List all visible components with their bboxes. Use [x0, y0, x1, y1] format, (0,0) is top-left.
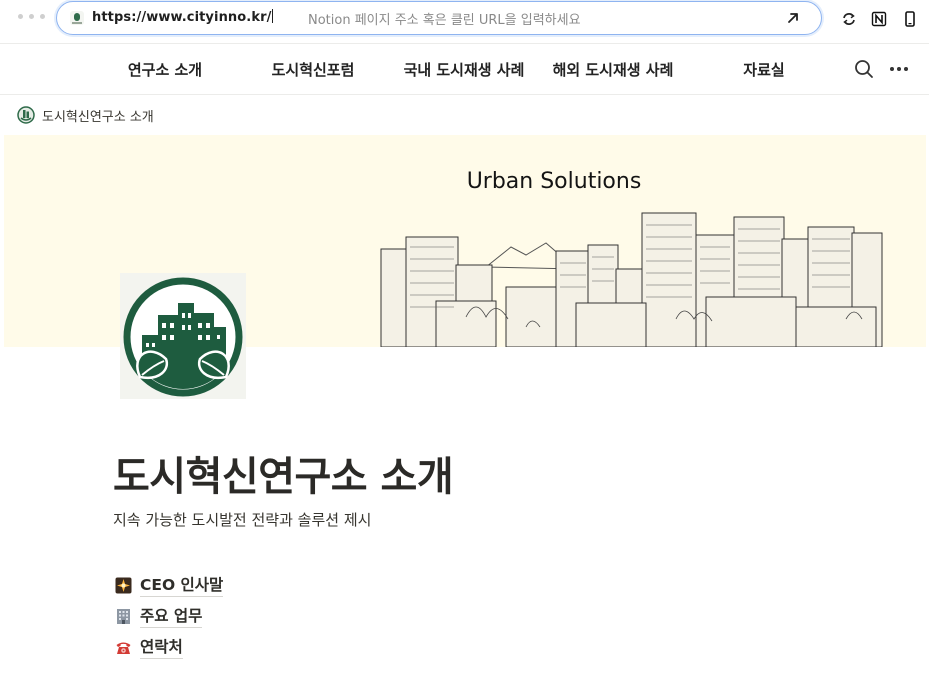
notion-icon[interactable] — [869, 9, 889, 29]
city-sketch-illustration — [380, 212, 883, 347]
mobile-icon[interactable] — [900, 9, 920, 29]
page-links: CEO 인사말 주요 업무 연락처 — [115, 570, 224, 663]
sync-icon[interactable] — [839, 9, 859, 29]
url-placeholder: Notion 페이지 주소 혹은 클린 URL을 입력하세요 — [308, 13, 581, 28]
more-icon[interactable] — [888, 58, 910, 80]
page-icon[interactable] — [120, 273, 246, 399]
breadcrumb-label[interactable]: 도시혁신연구소 소개 — [42, 106, 154, 125]
sparkle-icon — [115, 577, 132, 594]
window-dots[interactable] — [18, 14, 45, 19]
nav-item-overseas-cases[interactable]: 해외 도시재생 사례 — [552, 44, 674, 95]
url-bar[interactable]: https://www.cityinno.kr/ Notion 페이지 주소 혹… — [56, 1, 822, 35]
site-nav: 연구소 소개 도시혁신포럼 국내 도시재생 사례 해외 도시재생 사례 자료실 — [0, 44, 929, 95]
nav-item-domestic-cases[interactable]: 국내 도시재생 사례 — [403, 44, 525, 95]
logo-image — [123, 277, 243, 397]
link-ceo-greeting[interactable]: CEO 인사말 — [115, 570, 224, 601]
office-building-icon — [117, 609, 130, 624]
page-subtitle: 지속 가능한 도시발전 전략과 솔루션 제시 — [113, 511, 372, 529]
search-icon[interactable] — [853, 58, 875, 80]
breadcrumb[interactable]: 도시혁신연구소 소개 — [17, 104, 154, 126]
site-favicon — [70, 11, 84, 25]
open-arrow-icon[interactable] — [785, 10, 801, 26]
link-main-work[interactable]: 주요 업무 — [115, 601, 223, 632]
link-label[interactable]: 연락처 — [140, 637, 183, 659]
link-label[interactable]: 주요 업무 — [140, 606, 203, 628]
nav-item-forum[interactable]: 도시혁신포럼 — [258, 44, 368, 95]
nav-item-archive[interactable]: 자료실 — [722, 44, 806, 95]
browser-toolbar: https://www.cityinno.kr/ Notion 페이지 주소 혹… — [0, 0, 929, 44]
link-contact[interactable]: 연락처 — [115, 632, 223, 663]
text-cursor — [272, 9, 274, 23]
page-title: 도시혁신연구소 소개 — [113, 454, 454, 500]
logo-icon — [17, 106, 35, 124]
url-value: https://www.cityinno.kr/ — [92, 10, 272, 25]
telephone-icon — [116, 642, 131, 654]
nav-item-about[interactable]: 연구소 소개 — [110, 44, 220, 95]
cover-title: Urban Solutions — [466, 169, 642, 194]
link-label[interactable]: CEO 인사말 — [140, 575, 224, 597]
url-input[interactable]: https://www.cityinno.kr/ — [92, 9, 274, 25]
